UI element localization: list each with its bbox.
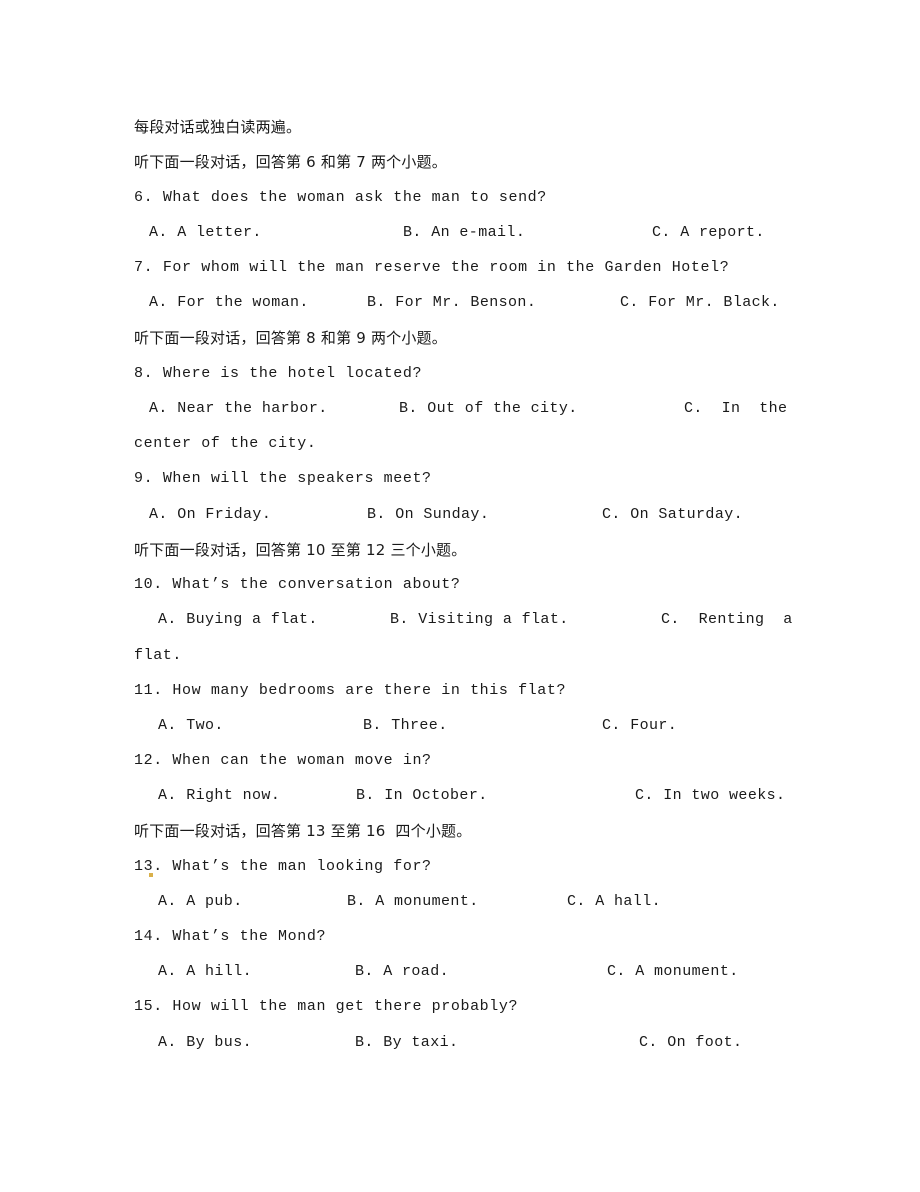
question-12: 12. When can the woman move in? bbox=[134, 750, 432, 772]
option-b: B. For Mr. Benson. bbox=[367, 294, 537, 311]
question-text: When can the woman move in? bbox=[172, 752, 432, 769]
option-c-continuation: center of the city. bbox=[134, 435, 317, 452]
question-number: 11. bbox=[134, 682, 163, 699]
option-b: B. An e-mail. bbox=[403, 224, 526, 241]
question-8: 8. Where is the hotel located? bbox=[134, 363, 422, 385]
option-c: C. On Saturday. bbox=[602, 506, 744, 523]
question-text: What’s the Mond? bbox=[172, 928, 327, 945]
question-number: 12. bbox=[134, 752, 163, 769]
document-page: 每段对话或独白读两遍。 听下面一段对话，回答第 6 和第 7 两个小题。 6. … bbox=[0, 0, 920, 1192]
option-c: C. Renting a bbox=[661, 611, 793, 628]
option-b: B. Visiting a flat. bbox=[390, 611, 569, 628]
option-c: C. In two weeks. bbox=[635, 787, 786, 804]
section-instruction: 听下面一段对话，回答第 8 和第 9 两个小题。 bbox=[134, 329, 447, 347]
question-number: 8. bbox=[134, 365, 154, 382]
section-instruction: 听下面一段对话，回答第 13 至第 16 四个小题。 bbox=[134, 822, 472, 840]
question-9: 9. When will the speakers meet? bbox=[134, 468, 432, 490]
question-number: 7. bbox=[134, 259, 154, 276]
option-b: B. On Sunday. bbox=[367, 506, 490, 523]
option-c-continuation: flat. bbox=[134, 647, 183, 664]
option-c: C. A monument. bbox=[607, 963, 739, 980]
option-a: A. Two. bbox=[158, 717, 224, 734]
option-b: B. A monument. bbox=[347, 893, 479, 910]
question-10: 10. What’s the conversation about? bbox=[134, 574, 460, 596]
intro-text: 每段对话或独白读两遍。 bbox=[134, 118, 302, 136]
option-a: A. By bus. bbox=[158, 1034, 253, 1051]
option-b: B. By taxi. bbox=[355, 1034, 459, 1051]
question-text: How many bedrooms are there in this flat… bbox=[172, 682, 567, 699]
question-text: How will the man get there probably? bbox=[172, 998, 519, 1015]
question-text: For whom will the man reserve the room i… bbox=[162, 259, 730, 276]
question-number: 10. bbox=[134, 576, 163, 593]
question-11: 11. How many bedrooms are there in this … bbox=[134, 680, 566, 702]
section-instruction: 听下面一段对话，回答第 10 至第 12 三个小题。 bbox=[134, 541, 467, 559]
question-number: 6. bbox=[134, 189, 154, 206]
option-c: C. In the bbox=[684, 400, 788, 417]
option-c: C. A report. bbox=[652, 224, 765, 241]
option-a: A. For the woman. bbox=[149, 294, 309, 311]
question-text: What’s the conversation about? bbox=[172, 576, 461, 593]
question-text: Where is the hotel located? bbox=[162, 365, 423, 382]
option-b: B. In October. bbox=[356, 787, 488, 804]
question-text: What’s the man looking for? bbox=[172, 858, 432, 875]
question-14: 14. What’s the Mond? bbox=[134, 926, 326, 948]
question-7: 7. For whom will the man reserve the roo… bbox=[134, 257, 729, 279]
option-b: B. Three. bbox=[363, 717, 448, 734]
option-b: B. A road. bbox=[355, 963, 450, 980]
option-a: A. A pub. bbox=[158, 893, 243, 910]
question-number: 14. bbox=[134, 928, 163, 945]
option-b: B. Out of the city. bbox=[399, 400, 578, 417]
cursor-marker bbox=[149, 873, 153, 877]
question-text: When will the speakers meet? bbox=[162, 470, 432, 487]
question-number: 9. bbox=[134, 470, 154, 487]
option-a: A. Right now. bbox=[158, 787, 281, 804]
option-c: C. Four. bbox=[602, 717, 678, 734]
question-15: 15. How will the man get there probably? bbox=[134, 996, 518, 1018]
question-6: 6. What does the woman ask the man to se… bbox=[134, 187, 547, 209]
question-text: What does the woman ask the man to send? bbox=[162, 189, 547, 206]
option-a: A. A hill. bbox=[158, 963, 253, 980]
option-a: A. A letter. bbox=[149, 224, 262, 241]
option-c: C. On foot. bbox=[639, 1034, 743, 1051]
option-c: C. For Mr. Black. bbox=[620, 294, 780, 311]
option-a: A. Buying a flat. bbox=[158, 611, 318, 628]
section-instruction: 听下面一段对话，回答第 6 和第 7 两个小题。 bbox=[134, 153, 447, 171]
option-a: A. Near the harbor. bbox=[149, 400, 328, 417]
question-13: 13. What’s the man looking for? bbox=[134, 856, 432, 878]
question-number: 15. bbox=[134, 998, 163, 1015]
option-c: C. A hall. bbox=[567, 893, 662, 910]
option-a: A. On Friday. bbox=[149, 506, 272, 523]
